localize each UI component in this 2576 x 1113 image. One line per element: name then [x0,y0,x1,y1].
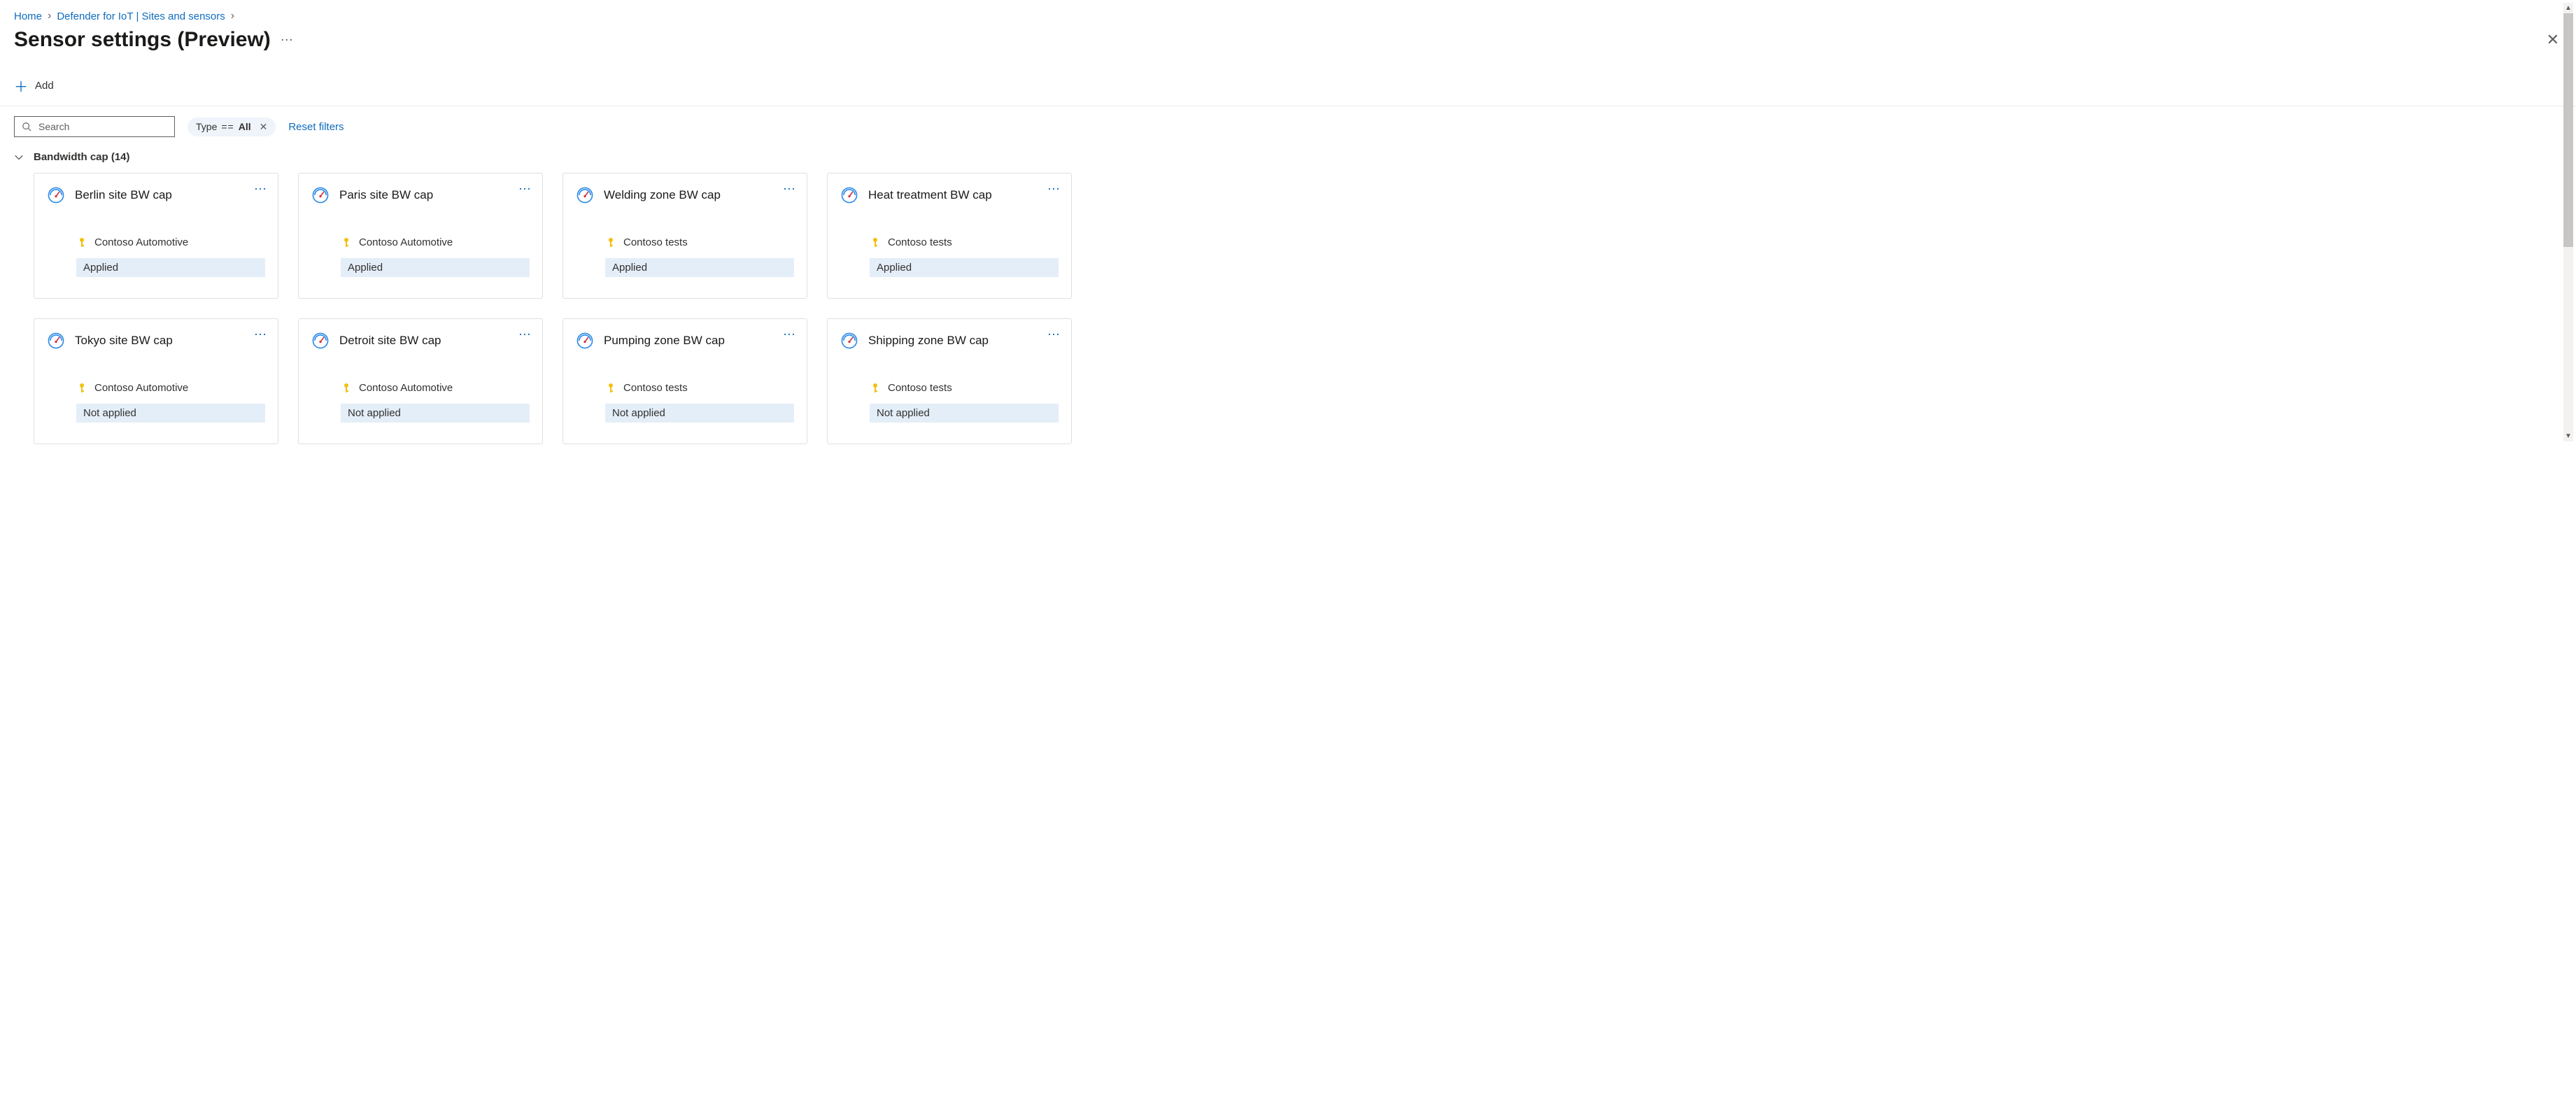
cards-grid: ⋯ Berlin site BW cap Contoso Automotive App… [14,173,2562,444]
card-more-icon[interactable]: ⋯ [518,327,532,342]
card[interactable]: ⋯ Heat treatment BW cap Contoso tests Appli… [827,173,1072,299]
status-badge: Applied [341,258,530,277]
chevron-down-icon [14,153,24,162]
chevron-right-icon: › [231,10,234,22]
chevron-right-icon: › [48,10,51,22]
status-badge: Not applied [76,404,265,423]
card[interactable]: ⋯ Shipping zone BW cap Contoso tests Not ap… [827,318,1072,444]
search-input[interactable] [38,121,167,132]
card-title: Shipping zone BW cap [868,334,989,348]
close-icon: ✕ [2547,31,2559,48]
key-icon [605,237,616,248]
gauge-icon [840,186,858,204]
card-subscription: Contoso tests [888,382,952,394]
card[interactable]: ⋯ Tokyo site BW cap Contoso Automotive Not … [34,318,278,444]
card-more-icon[interactable]: ⋯ [254,327,268,342]
filter-pill-op: == [221,121,234,132]
add-button-label: Add [35,80,54,92]
scroll-up-icon[interactable]: ▲ [2565,3,2572,13]
status-badge: Not applied [341,404,530,423]
card-more-icon[interactable]: ⋯ [783,327,797,342]
filter-pill-value: All [239,121,251,132]
card-subscription: Contoso tests [623,236,688,248]
card-more-icon[interactable]: ⋯ [254,182,268,197]
card-title: Pumping zone BW cap [604,334,725,348]
reset-filters-link[interactable]: Reset filters [288,121,344,133]
status-badge: Not applied [605,404,794,423]
key-icon [870,383,881,394]
card-title: Heat treatment BW cap [868,188,992,202]
key-icon [870,237,881,248]
scroll-track[interactable] [2563,13,2573,431]
search-input-wrap[interactable] [14,116,175,137]
card-subscription: Contoso Automotive [359,236,453,248]
add-button[interactable]: ＋ Add [14,76,54,96]
key-icon [341,237,352,248]
card[interactable]: ⋯ Paris site BW cap Contoso Automotive Appl… [298,173,543,299]
card-title: Berlin site BW cap [75,188,172,202]
status-badge: Applied [870,258,1059,277]
key-icon [76,383,87,394]
card-title: Paris site BW cap [339,188,433,202]
card-more-icon[interactable]: ⋯ [518,182,532,197]
breadcrumb-link-defender[interactable]: Defender for IoT | Sites and sensors [57,10,225,22]
card[interactable]: ⋯ Welding zone BW cap Contoso tests Applied [562,173,807,299]
filter-pill-key: Type [196,121,217,132]
filter-pill-clear-icon[interactable]: ✕ [260,121,268,133]
card-subscription: Contoso tests [888,236,952,248]
key-icon [341,383,352,394]
filter-pill-type[interactable]: Type == All ✕ [187,118,276,136]
card[interactable]: ⋯ Detroit site BW cap Contoso Automotive No… [298,318,543,444]
more-icon[interactable]: ⋯ [281,33,295,48]
key-icon [605,383,616,394]
card-title: Tokyo site BW cap [75,334,173,348]
key-icon [76,237,87,248]
scroll-thumb[interactable] [2563,13,2573,247]
search-icon [22,122,31,132]
gauge-icon [576,186,594,204]
card-more-icon[interactable]: ⋯ [1047,327,1061,342]
breadcrumb-link-home[interactable]: Home [14,10,42,22]
status-badge: Not applied [870,404,1059,423]
vertical-scrollbar[interactable]: ▲ ▼ [2563,3,2573,441]
gauge-icon [47,332,65,350]
plus-icon: ＋ [14,76,28,96]
status-badge: Applied [76,258,265,277]
card[interactable]: ⋯ Pumping zone BW cap Contoso tests Not app… [562,318,807,444]
card-more-icon[interactable]: ⋯ [1047,182,1061,197]
gauge-icon [47,186,65,204]
card-title: Welding zone BW cap [604,188,721,202]
card-subscription: Contoso Automotive [94,382,188,394]
card-subscription: Contoso Automotive [94,236,188,248]
gauge-icon [840,332,858,350]
status-badge: Applied [605,258,794,277]
card-subscription: Contoso tests [623,382,688,394]
section-header[interactable]: Bandwidth cap (14) [14,151,2562,163]
section-title: Bandwidth cap (14) [34,151,130,163]
breadcrumb: Home › Defender for IoT | Sites and sens… [14,10,2562,22]
gauge-icon [311,332,330,350]
close-button[interactable]: ✕ [2547,31,2559,49]
card-title: Detroit site BW cap [339,334,441,348]
card-subscription: Contoso Automotive [359,382,453,394]
gauge-icon [576,332,594,350]
scroll-down-icon[interactable]: ▼ [2565,431,2572,441]
gauge-icon [311,186,330,204]
card[interactable]: ⋯ Berlin site BW cap Contoso Automotive App… [34,173,278,299]
card-more-icon[interactable]: ⋯ [783,182,797,197]
page-title: Sensor settings (Preview) [14,28,271,52]
